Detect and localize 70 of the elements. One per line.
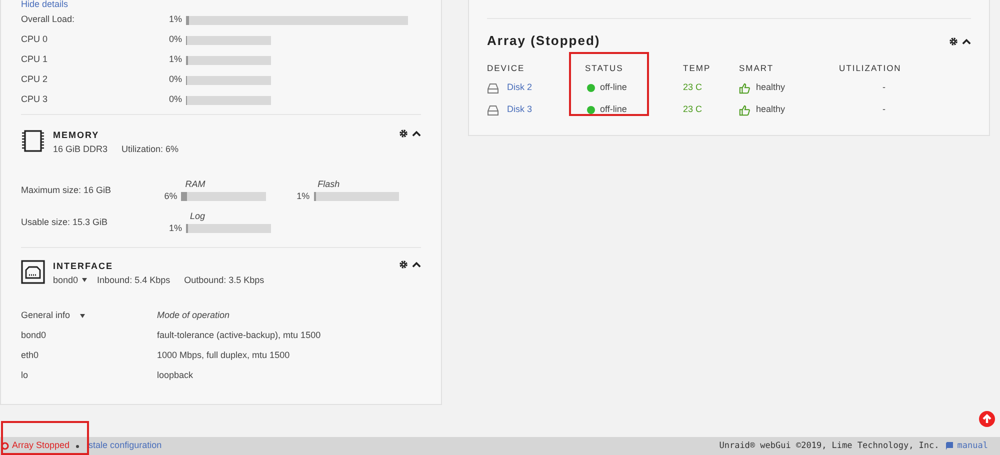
disk-status: off-line <box>600 103 627 116</box>
column-header: TEMP <box>683 62 711 74</box>
disk-status: off-line <box>600 81 627 94</box>
array-title: Array (Stopped) <box>487 32 600 50</box>
stale-config-link[interactable]: stale configuration <box>88 439 162 453</box>
inbound-rate: Inbound: 5.4 Kbps <box>97 274 170 287</box>
disk-link[interactable]: Disk 2 <box>507 81 532 95</box>
settings-icon[interactable] <box>949 36 958 46</box>
info-dropdown[interactable]: General info <box>21 309 157 323</box>
interface-name: eth0 <box>21 349 40 362</box>
load-label: CPU 2 <box>21 73 49 86</box>
smart-status: healthy <box>756 81 786 94</box>
network-port-icon <box>21 260 45 284</box>
load-label: CPU 0 <box>21 33 49 46</box>
memory-chip-icon <box>21 129 45 153</box>
memory-summary: 16 GiB DDR3 <box>53 142 108 156</box>
meter-name: Log <box>189 210 206 222</box>
up-arrow-icon <box>979 411 995 427</box>
load-reading: 0% <box>168 93 183 106</box>
interface-detail: loopback <box>157 369 194 382</box>
load-reading: 1% <box>168 53 183 66</box>
column-header: DEVICE <box>487 62 525 74</box>
collapse-icon[interactable] <box>962 38 971 44</box>
interface-name: bond0 <box>21 329 48 342</box>
load-label: CPU 1 <box>21 53 49 66</box>
column-header: SMART <box>739 62 774 74</box>
meter-reading: 6% <box>163 190 178 203</box>
memory-label: Usable size: 15.3 GiB <box>21 216 109 230</box>
port-dropdown[interactable]: bond0 <box>53 274 88 287</box>
disk-link[interactable]: Disk 3 <box>507 103 532 117</box>
disk-temp: 23 C <box>683 103 704 116</box>
load-reading: 0% <box>168 73 183 86</box>
manual-link[interactable]: manual <box>957 440 988 452</box>
settings-icon[interactable] <box>399 260 408 269</box>
meter-name: Flash <box>316 178 341 190</box>
array-state: Array Stopped <box>12 439 70 452</box>
hide-details-link[interactable]: Hide details <box>21 0 421 10</box>
load-label: Overall Load: <box>21 13 76 26</box>
load-reading: 1% <box>168 13 183 26</box>
interface-detail: 1000 Mbps, full duplex, mtu 1500 <box>157 349 290 362</box>
disk-utilization: - <box>882 103 886 116</box>
settings-icon[interactable] <box>399 129 408 138</box>
memory-utilization: Utilization: 6% <box>122 142 179 156</box>
caret-icon <box>80 314 86 318</box>
thumbs-up-icon <box>739 104 750 116</box>
column-header: STATUS <box>585 62 624 74</box>
scroll-top-button[interactable] <box>979 411 995 427</box>
caret-icon <box>82 278 88 282</box>
interface-name: lo <box>21 369 30 382</box>
stop-icon <box>1 442 9 450</box>
memory-label: Maximum size: 16 GiB <box>21 184 112 198</box>
smart-status: healthy <box>756 103 786 116</box>
book-icon <box>945 442 954 450</box>
meter-name: RAM <box>184 178 206 190</box>
thumbs-up-icon <box>739 82 750 94</box>
meter-reading: 1% <box>296 190 311 203</box>
load-label: CPU 3 <box>21 93 49 106</box>
outbound-rate: Outbound: 3.5 Kbps <box>184 274 264 287</box>
collapse-icon[interactable] <box>412 261 421 268</box>
disk-utilization: - <box>882 81 886 94</box>
collapse-icon[interactable] <box>412 130 421 137</box>
copyright-text: Unraid® webGui ©2019, Lime Technology, Inc. <box>719 440 940 452</box>
column-header: Mode of operation <box>157 309 230 322</box>
column-header: UTILIZATION <box>839 62 902 74</box>
load-reading: 0% <box>168 33 183 46</box>
section-title: MEMORY <box>53 129 100 142</box>
interface-detail: fault-tolerance (active-backup), mtu 1500 <box>157 329 321 342</box>
meter-reading: 1% <box>168 222 183 235</box>
disk-temp: 23 C <box>683 81 704 94</box>
section-title: INTERFACE <box>53 260 114 273</box>
